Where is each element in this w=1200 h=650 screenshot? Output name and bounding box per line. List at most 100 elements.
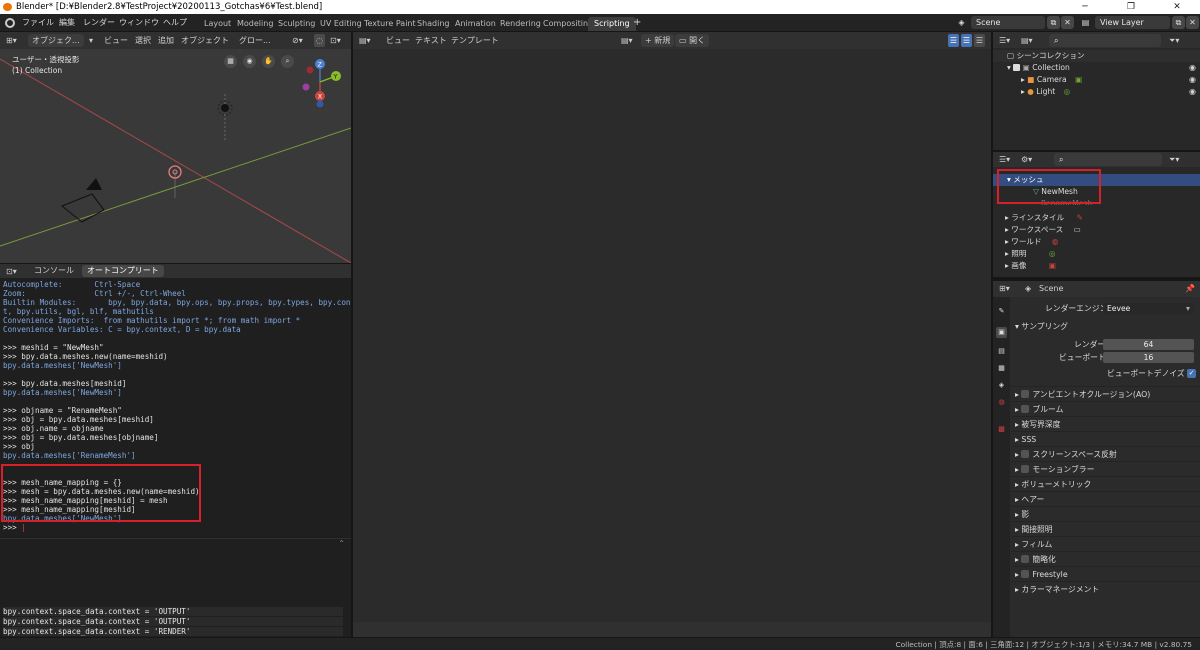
panel-enable-checkbox[interactable] [1021, 390, 1030, 398]
syntax-highlight-toggle-icon[interactable]: ☰ [974, 34, 985, 47]
area-divider[interactable] [991, 32, 993, 637]
render-engine-dropdown[interactable]: Eevee [1103, 303, 1194, 314]
data-api-mesh-group[interactable]: ▾ メッシュ [993, 174, 1200, 186]
display-mode-icon[interactable]: ▤▾ [1021, 34, 1033, 47]
text-editor[interactable]: ▤▾ ビュー テキスト テンプレート ▤▾ + 新規 ▭ 開く ☰ ☰ ☰ [353, 32, 991, 637]
panel-header[interactable]: ▸ ブルーム [1011, 401, 1200, 416]
panel-header[interactable]: ▸ スクリーンスペース反射 [1011, 446, 1200, 461]
outliner-scene-collection[interactable]: ▢ シーンコレクション [993, 50, 1200, 62]
sampling-panel-header[interactable]: ▾ サンプリング [1011, 319, 1200, 334]
info-log-line[interactable]: bpy.context.space_data.context = 'OUTPUT… [3, 617, 343, 626]
panel-header[interactable]: ▸ モーションブラー [1011, 461, 1200, 476]
scene-selector[interactable]: Scene [971, 16, 1045, 29]
view-layer-tab-icon[interactable]: ▦ [996, 363, 1007, 374]
data-api-renamed-item[interactable]: RenameMesh [993, 197, 1200, 205]
menu-render[interactable]: レンダー [83, 14, 115, 32]
open-text-button[interactable]: ▭ 開く [675, 34, 710, 47]
properties-editor[interactable]: ⊞▾ ◈ Scene 📌 ✎ ▣ ▤ ▦ ◈ ◍ ▩ レンダーエンジン Eeve… [993, 281, 1200, 637]
outliner-editor-type-icon[interactable]: ☰▾ [999, 34, 1010, 47]
panel-header[interactable]: ▸ 簡略化 [1011, 551, 1200, 566]
camera-view-icon[interactable]: ◉ [243, 55, 256, 68]
text-browse-icon[interactable]: ▤▾ [621, 34, 633, 47]
text-editor-type-icon[interactable]: ▤▾ [359, 34, 371, 47]
panel-enable-checkbox[interactable] [1021, 465, 1030, 473]
word-wrap-toggle-icon[interactable]: ☰ [961, 34, 972, 47]
data-api-images[interactable]: ▸ 画像 ▣ [993, 260, 1200, 272]
panel-header[interactable]: ▸ SSS [1011, 431, 1200, 446]
console-editor-type-icon[interactable]: ⊡▾ [6, 265, 17, 278]
texture-tab-icon[interactable]: ▩ [996, 424, 1007, 435]
outliner-collection[interactable]: ▾ ▣ Collection ◉ [993, 62, 1200, 74]
output-tab-icon[interactable]: ▤ [996, 346, 1007, 357]
panel-header[interactable]: ▸ カラーマネージメント [1011, 581, 1200, 596]
data-api-outliner[interactable]: ☰▾ ⚙▾ ⌕ ⏷▾ ▾ メッシュ ▽ NewMesh RenameMesh ▸… [993, 152, 1200, 277]
te-menu-text[interactable]: テキスト [415, 34, 447, 47]
data-api-search-input[interactable]: ⌕ [1054, 153, 1162, 166]
data-api-editor-type-icon[interactable]: ☰▾ [999, 153, 1010, 166]
panel-header[interactable]: ▸ 間接照明 [1011, 521, 1200, 536]
panel-header[interactable]: ▸ 影 [1011, 506, 1200, 521]
new-text-button[interactable]: + 新規 [641, 34, 675, 47]
panel-header[interactable]: ▸ アンビエントオクルージョン(AO) [1011, 386, 1200, 401]
outliner-search-input[interactable]: ⌕ [1049, 34, 1161, 47]
checkbox-icon[interactable] [1013, 64, 1021, 71]
render-tab-icon[interactable]: ▣ [996, 327, 1007, 338]
data-api-workspace[interactable]: ▸ ワークスペース ▭ [993, 224, 1200, 236]
viewport-denoise-row[interactable]: ビューポートデノイズ ✓ [1011, 366, 1200, 381]
te-menu-template[interactable]: テンプレート [451, 34, 499, 47]
new-view-layer-icon[interactable]: ⧉ [1172, 16, 1185, 29]
menu-edit[interactable]: 編集 [59, 14, 75, 32]
proportional-edit-icon[interactable]: ◌ [314, 34, 325, 47]
data-api-linestyle[interactable]: ▸ ラインスタイル ✎ [993, 212, 1200, 224]
add-workspace-button[interactable]: + [633, 14, 641, 32]
navigation-gizmo[interactable]: Z Y X [293, 56, 347, 112]
view-layer-selector[interactable]: View Layer [1095, 16, 1170, 29]
menu-view[interactable]: ビュー [104, 34, 128, 47]
viewport-samples-field[interactable]: 16 [1103, 352, 1194, 363]
delete-view-layer-icon[interactable]: ✕ [1186, 16, 1199, 29]
overlay-icon[interactable]: ⊡▾ [330, 34, 341, 47]
panel-header[interactable]: ▸ ボリューメトリック [1011, 476, 1200, 491]
line-numbers-toggle-icon[interactable]: ☰ [948, 34, 959, 47]
outliner[interactable]: ☰▾ ▤▾ ⌕ ⏷▾ ▢ シーンコレクション ▾ ▣ Collection ◉ … [993, 32, 1200, 150]
panel-enable-checkbox[interactable] [1021, 405, 1030, 413]
scene-tab-icon[interactable]: ◈ [996, 380, 1007, 391]
grid-icon[interactable]: ▦ [224, 55, 237, 68]
mode-dropdown-icon[interactable]: ▾ [89, 34, 93, 47]
pin-icon[interactable]: 📌 [1185, 282, 1195, 295]
menu-help[interactable]: ヘルプ [163, 14, 187, 32]
3d-viewport[interactable]: ⊞▾ オブジェク... ▾ ビュー 選択 追加 オブジェクト グロー... ⊘▾… [0, 32, 351, 263]
area-divider[interactable] [351, 32, 353, 637]
menu-select[interactable]: 選択 [135, 34, 151, 47]
viewport-denoise-checkbox[interactable]: ✓ [1187, 369, 1196, 378]
light-data-icon[interactable]: ◎ [1064, 87, 1071, 96]
panel-enable-checkbox[interactable] [1021, 555, 1030, 563]
maximize-button[interactable]: ❐ [1108, 0, 1154, 14]
blender-menu-icon[interactable] [5, 18, 15, 28]
eye-icon[interactable]: ◉ [1189, 74, 1196, 86]
mode-selector[interactable]: オブジェク... [28, 34, 84, 47]
camera-data-icon[interactable]: ▣ [1075, 75, 1082, 84]
filter-icon[interactable]: ⏷▾ [1169, 153, 1179, 166]
render-samples-field[interactable]: 64 [1103, 339, 1194, 350]
close-button[interactable]: ✕ [1154, 0, 1200, 14]
area-divider[interactable] [0, 263, 351, 264]
data-api-world[interactable]: ▸ ワールド ◍ [993, 236, 1200, 248]
minimize-button[interactable]: ─ [1062, 0, 1108, 14]
delete-scene-icon[interactable]: ✕ [1061, 16, 1074, 29]
info-editor[interactable]: ⌃ bpy.context.space_data.context = 'OUTP… [0, 538, 351, 637]
area-divider[interactable] [993, 150, 1200, 152]
eye-icon[interactable]: ◉ [1189, 62, 1196, 74]
info-log-line[interactable]: bpy.context.space_data.context = 'OUTPUT… [3, 607, 343, 616]
menu-add[interactable]: 追加 [158, 34, 174, 47]
autocomplete-menu[interactable]: オートコンプリート [82, 265, 164, 277]
te-menu-view[interactable]: ビュー [386, 34, 410, 47]
panel-enable-checkbox[interactable] [1021, 450, 1030, 458]
world-tab-icon[interactable]: ◍ [996, 397, 1007, 408]
panel-header[interactable]: ▸ ヘアー [1011, 491, 1200, 506]
eye-icon[interactable]: ◉ [1189, 86, 1196, 98]
panel-header[interactable]: ▸ 被写界深度 [1011, 416, 1200, 431]
menu-object[interactable]: オブジェクト [181, 34, 229, 47]
properties-editor-type-icon[interactable]: ⊞▾ [999, 282, 1010, 295]
tool-tab-icon[interactable]: ✎ [996, 306, 1007, 317]
